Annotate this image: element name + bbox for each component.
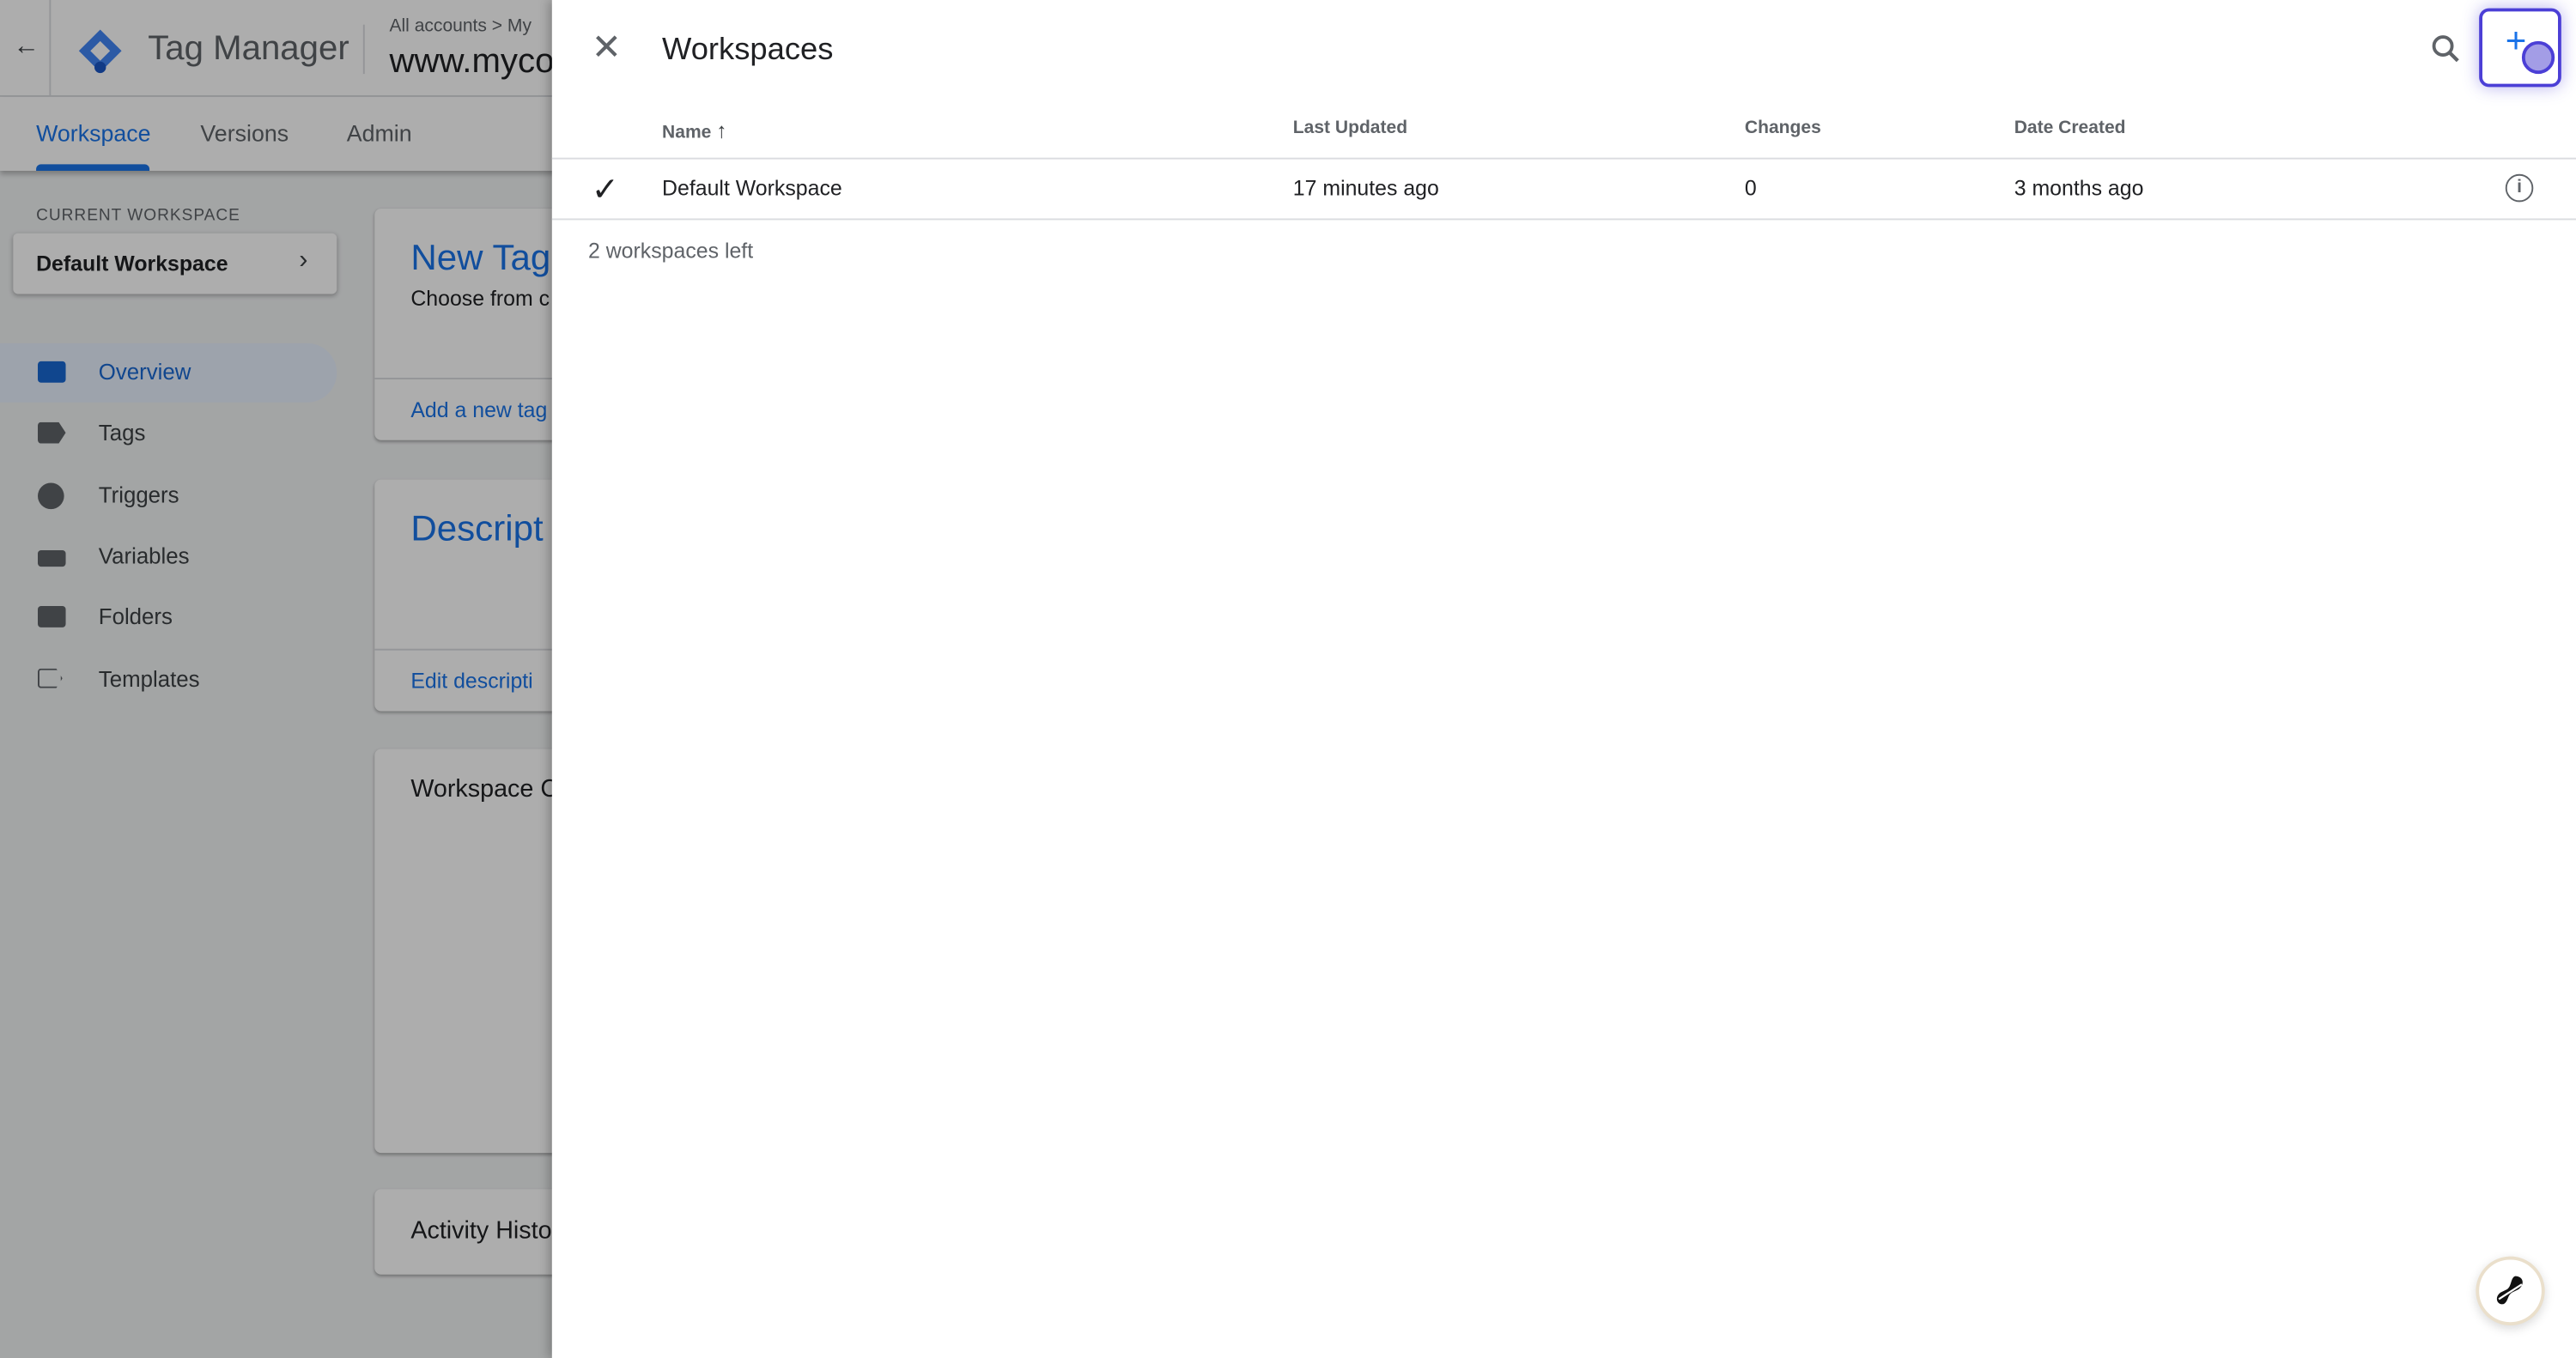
workspaces-left: 2 workspaces left xyxy=(587,238,754,264)
panel-title: Workspaces xyxy=(662,33,834,68)
column-header-last-updated[interactable]: Last Updated xyxy=(1293,118,1407,138)
assistant-logo-icon xyxy=(2496,1276,2523,1305)
column-header-changes[interactable]: Changes xyxy=(1745,118,1821,138)
checkmark-icon: ✓ xyxy=(591,172,619,209)
search-icon[interactable] xyxy=(2430,33,2463,65)
assistant-fab[interactable] xyxy=(2476,1256,2545,1326)
info-icon[interactable]: i xyxy=(2505,173,2534,203)
date-created: 3 months ago xyxy=(2014,175,2144,201)
workspaces-panel: ✕ Workspaces + Name ↑ Last Updated Chang… xyxy=(551,0,2576,1358)
arrow-up-icon: ↑ xyxy=(716,118,727,143)
cursor-indicator xyxy=(2521,40,2555,75)
column-header-date-created[interactable]: Date Created xyxy=(2014,118,2126,138)
workspace-name[interactable]: Default Workspace xyxy=(662,176,842,201)
modal-scrim[interactable] xyxy=(0,0,552,1358)
add-workspace-button[interactable]: + xyxy=(2479,8,2561,88)
column-header-name[interactable]: Name ↑ xyxy=(662,118,727,143)
last-updated: 17 minutes ago xyxy=(1292,175,1439,201)
close-icon[interactable]: ✕ xyxy=(592,27,622,70)
divider xyxy=(551,218,2576,221)
changes-count: 0 xyxy=(1744,175,1757,201)
table-row[interactable]: ✓ xyxy=(552,160,2576,219)
